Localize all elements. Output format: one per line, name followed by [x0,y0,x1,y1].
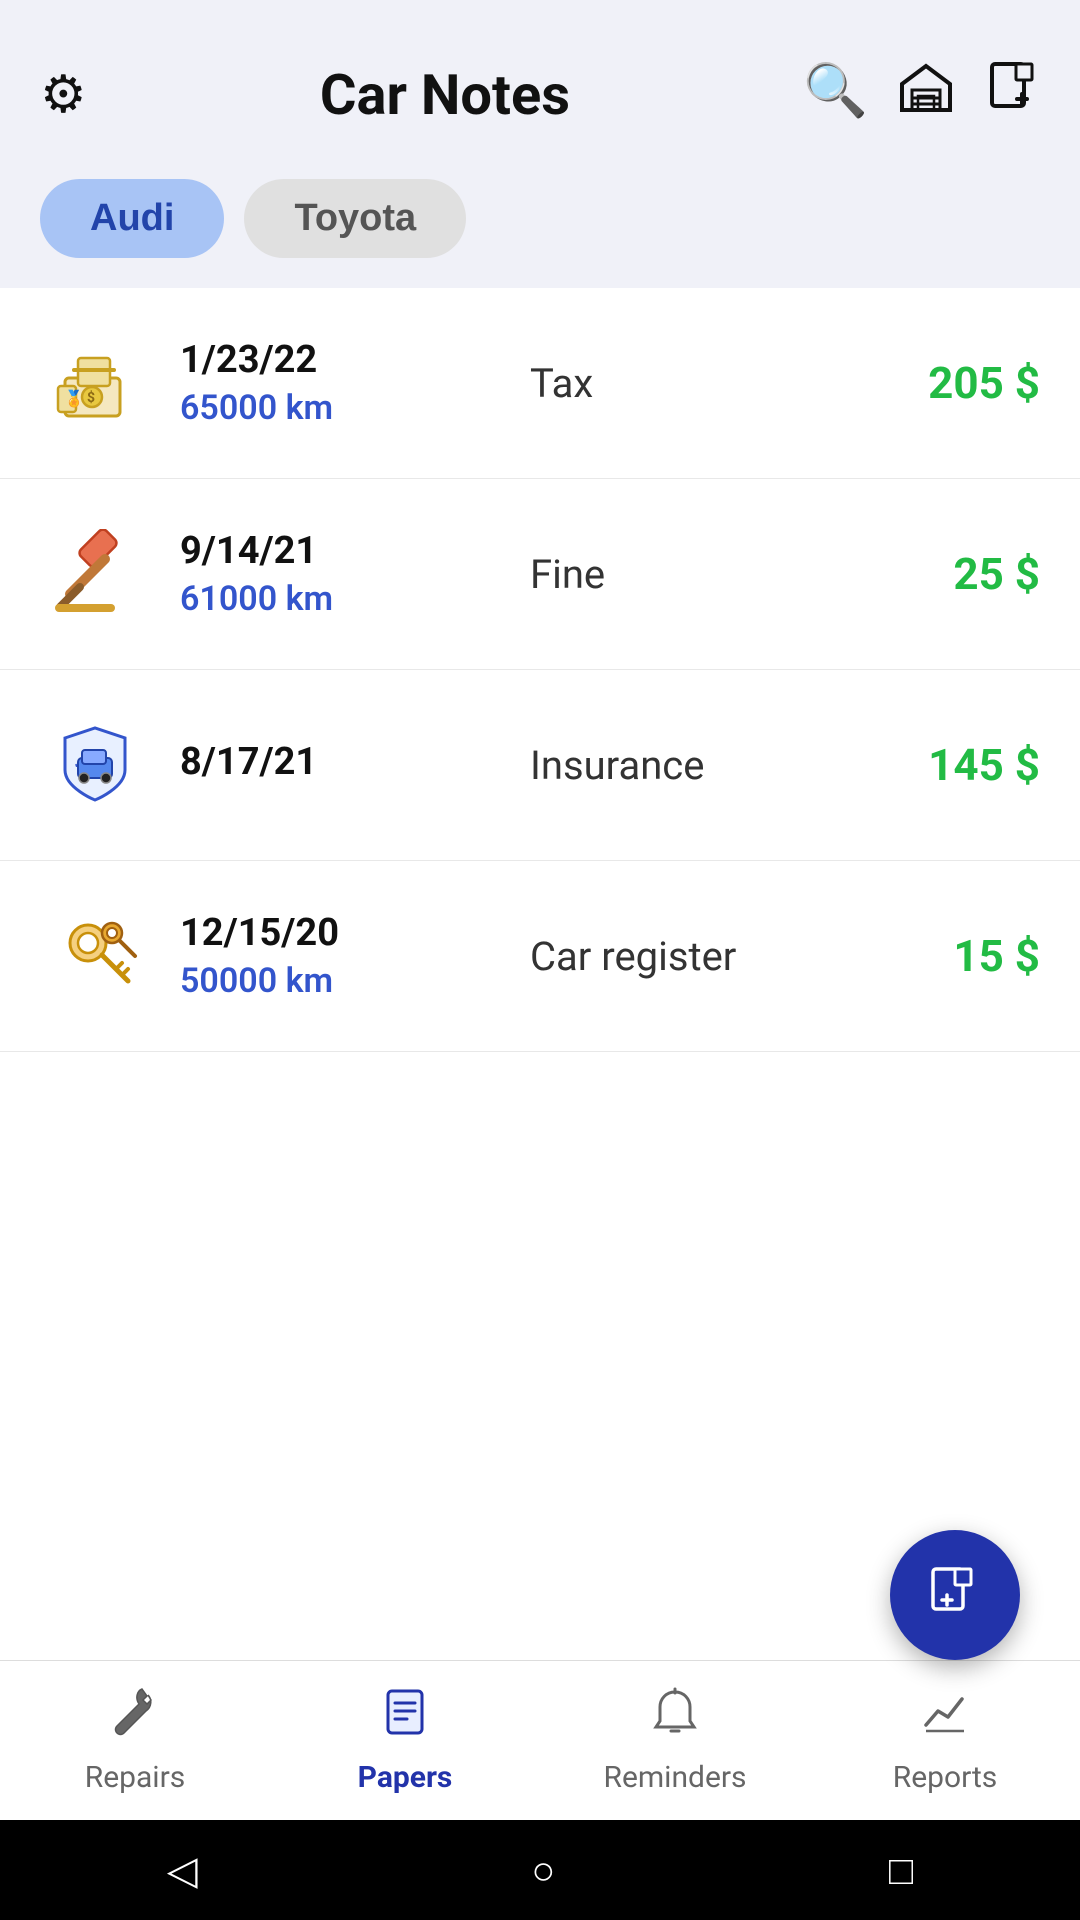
garage-icon[interactable] [898,60,954,129]
wrench-icon [110,1687,160,1750]
add-document-icon[interactable] [984,60,1040,129]
record-amount: 15 $ [860,930,1040,982]
record-info-tax: 1/23/22 65000 km [150,338,510,428]
nav-repairs[interactable]: Repairs [0,1661,270,1820]
header: ⚙ Car Notes 🔍 [0,0,1080,159]
app-title: Car Notes [87,62,804,128]
record-amount: 25 $ [860,548,1040,600]
reminders-label: Reminders [603,1760,746,1795]
record-date: 8/17/21 [180,740,510,784]
record-info-insurance: 8/17/21 [150,740,510,790]
svg-text:🏅: 🏅 [64,389,84,408]
record-date: 9/14/21 [180,529,510,573]
papers-icon [380,1687,430,1750]
record-km: 50000 km [180,961,510,1001]
record-icon-insurance: ✔ [40,710,150,820]
record-km: 65000 km [180,388,510,428]
nav-papers[interactable]: Papers [270,1661,540,1820]
record-item[interactable]: 12/15/20 50000 km Car register 15 $ [0,861,1080,1052]
home-button[interactable]: ○ [531,1847,555,1894]
settings-icon[interactable]: ⚙ [40,64,87,125]
record-info-carregister: 12/15/20 50000 km [150,911,510,1001]
tab-audi[interactable]: Audi [40,179,224,258]
chart-icon [920,1687,970,1750]
record-type: Insurance [510,742,860,789]
papers-label: Papers [358,1760,453,1795]
back-button[interactable]: ◁ [167,1847,198,1894]
nav-reminders[interactable]: Reminders [540,1661,810,1820]
record-date: 1/23/22 [180,338,510,382]
record-icon-tax: $ 🏅 [40,328,150,438]
bottom-nav: Repairs Papers Reminders [0,1660,1080,1820]
record-item[interactable]: $ 🏅 1/23/22 65000 km Tax 205 $ [0,288,1080,479]
record-type: Fine [510,551,860,598]
record-item[interactable]: ✔ 8/17/21 Insurance 145 $ [0,670,1080,861]
svg-text:$: $ [87,389,95,406]
record-info-fine: 9/14/21 61000 km [150,529,510,619]
bell-icon [650,1687,700,1750]
system-nav-bar: ◁ ○ □ [0,1820,1080,1920]
record-amount: 145 $ [860,739,1040,791]
record-icon-fine [40,519,150,629]
record-icon-carregister [40,901,150,1011]
record-item[interactable]: 9/14/21 61000 km Fine 25 $ [0,479,1080,670]
record-type: Car register [510,933,860,980]
record-date: 12/15/20 [180,911,510,955]
add-paper-fab[interactable] [890,1530,1020,1660]
header-actions: 🔍 [803,60,1040,129]
add-document-fab-icon [925,1565,985,1625]
reports-label: Reports [893,1760,998,1795]
nav-reports[interactable]: Reports [810,1661,1080,1820]
car-tabs: Audi Toyota [0,159,1080,288]
record-km: 61000 km [180,579,510,619]
record-type: Tax [510,360,860,407]
search-icon[interactable]: 🔍 [803,60,868,129]
record-amount: 205 $ [860,357,1040,409]
recent-button[interactable]: □ [889,1847,913,1894]
tab-toyota[interactable]: Toyota [244,179,466,258]
repairs-label: Repairs [85,1760,186,1795]
